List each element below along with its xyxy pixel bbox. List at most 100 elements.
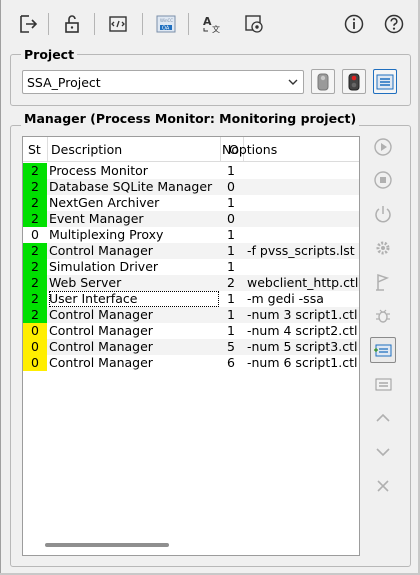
number-cell: 1 xyxy=(227,307,235,322)
move-down-button[interactable] xyxy=(370,439,396,465)
manager-group-title: Manager (Process Monitor: Monitoring pro… xyxy=(21,112,360,126)
toolbar-separator xyxy=(48,13,49,35)
number-cell: 5 xyxy=(227,339,235,354)
number-cell: 0 xyxy=(227,211,235,226)
status-cell: 2 xyxy=(23,179,47,195)
start-manager-button[interactable] xyxy=(370,134,396,160)
status-cell: 2 xyxy=(23,211,47,227)
number-cell: 1 xyxy=(227,227,235,242)
help-button[interactable] xyxy=(380,10,408,38)
stop-manager-button[interactable] xyxy=(370,167,396,193)
help-icon xyxy=(384,14,404,34)
lock-button[interactable] xyxy=(58,10,86,38)
description-cell: Process Monitor xyxy=(49,163,148,178)
description-cell: Multiplexing Proxy xyxy=(49,227,164,242)
status-cell: 2 xyxy=(23,259,47,275)
options-cell: webclient_http.ctl -num 2 xyxy=(247,275,359,290)
col-header-st[interactable]: St xyxy=(28,142,41,157)
options-cell: -num 3 script1.ctl -user root xyxy=(247,307,359,322)
description-cell: Control Manager xyxy=(49,355,153,370)
project-grey-button[interactable] xyxy=(311,69,335,94)
settings-gear-button[interactable] xyxy=(370,235,396,261)
append-manager-icon xyxy=(375,378,392,391)
svg-text:WinCC: WinCC xyxy=(160,18,173,23)
table-row[interactable]: 2 Process Monitor 1 xyxy=(23,163,359,179)
description-cell: Control Manager xyxy=(49,339,153,354)
table-row[interactable]: 2 Event Manager 0 xyxy=(23,211,359,227)
remove-manager-button[interactable] xyxy=(370,473,396,499)
power-button[interactable] xyxy=(370,201,396,227)
table-row[interactable]: 2Control Manager 1 -f pvss_scripts.lst -nu… xyxy=(23,243,359,259)
move-down-icon xyxy=(376,448,390,457)
table-row[interactable]: 2Control Manager 1 -num 3 script1.ctl -use… xyxy=(23,307,359,323)
table-row[interactable]: 0Control Manager 1 -num 4 script2.ctl -use… xyxy=(23,323,359,339)
options-cell: -num 4 script2.ctl -user p xyxy=(247,323,359,338)
status-cell: 2 xyxy=(23,163,47,179)
description-cell: Simulation Driver xyxy=(49,259,159,274)
number-cell: 1 xyxy=(227,195,235,210)
options-cell: -num 5 script3.ctl -user p xyxy=(247,339,359,354)
translate-button[interactable]: A 文 xyxy=(198,10,226,38)
chevron-down-icon xyxy=(288,79,298,85)
unlock-icon xyxy=(65,15,79,33)
info-icon xyxy=(344,14,364,34)
info-button[interactable] xyxy=(340,10,368,38)
options-cell xyxy=(245,259,359,275)
script-editor-button[interactable] xyxy=(104,10,132,38)
traffic-light-icon xyxy=(348,73,360,90)
description-cell: Control Manager xyxy=(49,307,153,322)
number-cell: 1 xyxy=(227,259,235,274)
project-select-value: SSA_Project xyxy=(27,75,101,90)
description-cell: Control Manager xyxy=(49,323,153,338)
oa-icon: OA WinCC xyxy=(156,15,176,33)
flag-icon xyxy=(376,273,390,291)
move-up-icon xyxy=(376,413,390,422)
table-row[interactable]: 2 Database SQLite Manager 0 xyxy=(23,179,359,195)
move-up-button[interactable] xyxy=(370,405,396,431)
insert-manager-icon xyxy=(374,344,392,357)
number-cell: 1 xyxy=(227,291,235,306)
options-cell xyxy=(245,179,359,195)
oa-button[interactable]: OA WinCC xyxy=(152,10,180,38)
exit-icon xyxy=(20,15,38,33)
table-row[interactable]: 0Control Manager 6 -num 6 script1.ctl -use… xyxy=(23,355,359,371)
table-row[interactable]: 2 Simulation Driver 1 xyxy=(23,259,359,275)
debug-bug-icon xyxy=(376,309,390,323)
settings-badge-icon xyxy=(245,15,263,33)
append-manager-button[interactable] xyxy=(370,371,396,397)
settings-gear-icon xyxy=(376,241,390,255)
description-cell: User Interface xyxy=(49,291,219,307)
status-cell: 2 xyxy=(23,275,47,291)
options-cell: -f pvss_scripts.lst -num 1 xyxy=(247,243,359,258)
translate-icon: A 文 xyxy=(203,15,220,34)
number-cell: 1 xyxy=(227,243,235,258)
horizontal-scrollbar[interactable] xyxy=(45,543,169,547)
description-cell: Web Server xyxy=(49,275,122,290)
status-cell: 0 xyxy=(31,227,39,242)
table-row[interactable]: 0 Multiplexing Proxy 1 xyxy=(23,227,359,243)
col-header-options[interactable]: Options xyxy=(229,142,277,157)
table-row[interactable]: 0Control Manager 5 -num 5 script3.ctl -use… xyxy=(23,339,359,355)
flag-button[interactable] xyxy=(370,269,396,295)
table-row[interactable]: 2Web Server2webclient_http.ctl -num 2 xyxy=(23,275,359,291)
status-cell: 2 xyxy=(23,195,47,211)
power-icon xyxy=(375,206,391,223)
exit-button[interactable] xyxy=(14,10,42,38)
options-cell xyxy=(245,211,359,227)
status-cell: 0 xyxy=(23,355,47,371)
table-row[interactable]: 2 NextGen Archiver 1 xyxy=(23,195,359,211)
settings-badge-button[interactable] xyxy=(240,10,268,38)
project-select[interactable]: SSA_Project xyxy=(22,70,304,94)
table-row[interactable]: 2 User Interface 1 -m gedi -ssa xyxy=(23,291,359,307)
options-cell xyxy=(245,163,359,179)
project-list-button[interactable] xyxy=(373,69,397,94)
toolbar-separator xyxy=(94,13,95,35)
options-cell: -num 6 script1.ctl -user r xyxy=(247,355,359,370)
options-cell: -m gedi -ssa xyxy=(247,291,324,306)
insert-manager-button[interactable] xyxy=(370,337,396,363)
toolbar-separator xyxy=(142,13,143,35)
debug-bug-button[interactable] xyxy=(370,303,396,329)
col-header-description[interactable]: Description xyxy=(51,142,122,157)
project-status-button[interactable] xyxy=(342,69,366,94)
gray-light-icon xyxy=(317,73,329,90)
